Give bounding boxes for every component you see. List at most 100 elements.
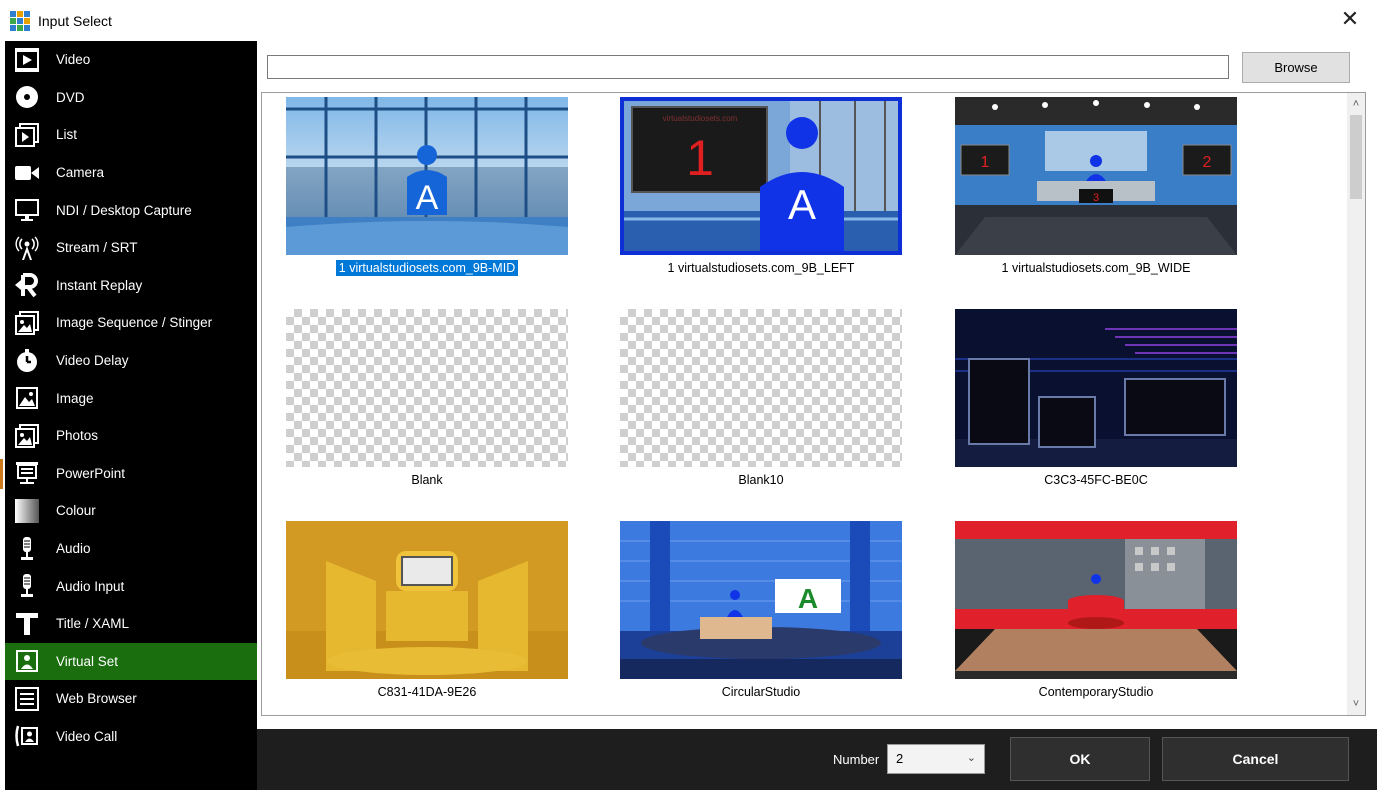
disc-icon: [13, 83, 41, 111]
image-sequence-icon: [13, 309, 41, 337]
thumbnail: [620, 309, 902, 467]
sidebar-item-powerpoint[interactable]: PowerPoint: [0, 455, 257, 493]
scroll-down-button[interactable]: ˅: [1347, 695, 1365, 713]
virtual-set-grid: A 1 virtualstudiosets.com_9B-MID virtual…: [261, 92, 1366, 716]
microphone-icon: [13, 572, 41, 600]
sidebar-item-dvd[interactable]: DVD: [5, 79, 257, 117]
sidebar-item-video-delay[interactable]: Video Delay: [5, 342, 257, 380]
screen-number: 1: [981, 154, 990, 171]
tile-label: 1 virtualstudiosets.com_9B_LEFT: [667, 261, 855, 275]
tile-virtual-set[interactable]: C831-41DA-9E26: [286, 521, 568, 701]
tile-label: 1 virtualstudiosets.com_9B_WIDE: [1001, 261, 1191, 275]
screen-number: 2: [1203, 154, 1212, 171]
sidebar-item-ndi-desktop-capture[interactable]: NDI / Desktop Capture: [5, 191, 257, 229]
sidebar-item-video[interactable]: Video: [5, 41, 257, 79]
app-grid-icon: [10, 10, 30, 31]
thumbnail: A: [620, 521, 902, 679]
sidebar-item-label: Image Sequence / Stinger: [56, 315, 213, 331]
thumbnail: [286, 309, 568, 467]
scroll-thumb[interactable]: [1350, 115, 1362, 199]
number-dropdown[interactable]: 2 ⌄: [887, 744, 985, 774]
presenter-letter: A: [798, 583, 818, 614]
tile-label: CircularStudio: [721, 685, 801, 699]
file-path-input[interactable]: [267, 55, 1229, 79]
sidebar-item-label: Colour: [56, 503, 96, 519]
chevron-up-icon: ˄: [1352, 98, 1360, 110]
tile-virtual-set[interactable]: A CircularStudio: [620, 521, 902, 701]
active-indicator: [0, 458, 3, 489]
scroll-up-button[interactable]: ˄: [1347, 95, 1365, 113]
sidebar-item-label: Web Browser: [56, 691, 137, 707]
sidebar-item-virtual-set[interactable]: Virtual Set: [5, 642, 257, 681]
number-label: Number: [833, 752, 880, 767]
sidebar-item-image-sequence-stinger[interactable]: Image Sequence / Stinger: [5, 304, 257, 342]
thumbnail: [955, 521, 1237, 679]
sidebar-item-label: Title / XAML: [56, 616, 130, 632]
chevron-down-icon: ˅: [1352, 698, 1360, 710]
monitor-icon: [13, 196, 41, 224]
sidebar-item-camera[interactable]: Camera: [5, 154, 257, 192]
vertical-scrollbar[interactable]: ˄ ˅: [1347, 93, 1365, 715]
tile-virtual-set[interactable]: Blank10: [620, 309, 902, 489]
tile-label: Blank: [411, 473, 443, 487]
input-type-sidebar: Video DVD List Camera NDI / Desktop Capt: [0, 41, 257, 790]
screen-number: 3: [1093, 192, 1099, 204]
sidebar-item-label: Audio Input: [56, 578, 125, 594]
presenter-letter: A: [788, 181, 816, 228]
sidebar-item-label: Video Delay: [56, 353, 129, 369]
sidebar-item-web-browser[interactable]: Web Browser: [5, 680, 257, 718]
tile-virtual-set[interactable]: A 1 virtualstudiosets.com_9B-MID: [286, 97, 568, 277]
sidebar-item-label: Audio: [56, 541, 91, 557]
sidebar-item-audio[interactable]: Audio: [5, 530, 257, 568]
video-call-icon: [13, 722, 41, 750]
close-button[interactable]: ✕: [1339, 6, 1361, 31]
list-icon: [13, 121, 41, 149]
tile-label: C3C3-45FC-BE0C: [1044, 473, 1148, 487]
sidebar-item-stream-srt[interactable]: Stream / SRT: [5, 229, 257, 267]
tile-label: 1 virtualstudiosets.com_9B-MID: [334, 259, 520, 277]
tile-virtual-set[interactable]: 1 2 3 1 virtualstudiosets.com_9B_WIDE: [955, 97, 1237, 277]
sidebar-item-video-call[interactable]: Video Call: [5, 718, 257, 756]
sidebar-item-instant-replay[interactable]: Instant Replay: [5, 267, 257, 305]
thumbnail: [286, 521, 568, 679]
image-icon: [13, 384, 41, 412]
presenter-letter: A: [416, 179, 439, 217]
sidebar-item-label: Photos: [56, 428, 99, 444]
video-icon: [13, 46, 41, 74]
tile-label: Blank10: [738, 473, 784, 487]
thumbnail: [955, 309, 1237, 467]
tile-label: ContemporaryStudio: [1038, 685, 1154, 699]
virtual-set-icon: [13, 647, 41, 675]
sidebar-item-label: Video Call: [56, 728, 118, 744]
sidebar-item-label: NDI / Desktop Capture: [56, 202, 192, 218]
browse-button[interactable]: Browse: [1242, 52, 1350, 83]
close-icon: ✕: [1340, 6, 1360, 31]
sidebar-item-label: List: [56, 127, 78, 143]
thumbnail: A: [286, 97, 568, 255]
thumbnail: 1 2 3: [955, 97, 1237, 255]
antenna-icon: [13, 234, 41, 262]
photos-icon: [13, 422, 41, 450]
screen-number: 1: [686, 130, 714, 186]
tile-virtual-set[interactable]: Blank: [286, 309, 568, 489]
sidebar-item-label: PowerPoint: [56, 465, 126, 481]
input-select-window: Input Select ✕ Video DVD List Camera NDI…: [0, 0, 1377, 790]
sidebar-item-photos[interactable]: Photos: [5, 417, 257, 455]
ok-button[interactable]: OK: [1010, 737, 1150, 781]
chevron-down-icon: ⌄: [966, 752, 976, 764]
timer-icon: [13, 347, 41, 375]
cancel-button[interactable]: Cancel: [1162, 737, 1349, 781]
replay-icon: [13, 271, 41, 299]
tile-virtual-set[interactable]: virtualstudiosets.com 1 A 1 virtualstudi…: [620, 97, 902, 277]
sidebar-item-image[interactable]: Image: [5, 379, 257, 417]
sidebar-item-audio-input[interactable]: Audio Input: [5, 567, 257, 605]
sidebar-item-label: Image: [56, 390, 94, 406]
sidebar-item-title-xaml[interactable]: Title / XAML: [5, 605, 257, 643]
tile-virtual-set[interactable]: C3C3-45FC-BE0C: [955, 309, 1237, 489]
presentation-icon: [13, 459, 41, 487]
tile-virtual-set[interactable]: ContemporaryStudio: [955, 521, 1237, 701]
sidebar-item-colour[interactable]: Colour: [5, 492, 257, 530]
thumbnail: virtualstudiosets.com 1 A: [620, 97, 902, 255]
sidebar-item-label: Instant Replay: [56, 277, 143, 293]
sidebar-item-list[interactable]: List: [5, 116, 257, 154]
